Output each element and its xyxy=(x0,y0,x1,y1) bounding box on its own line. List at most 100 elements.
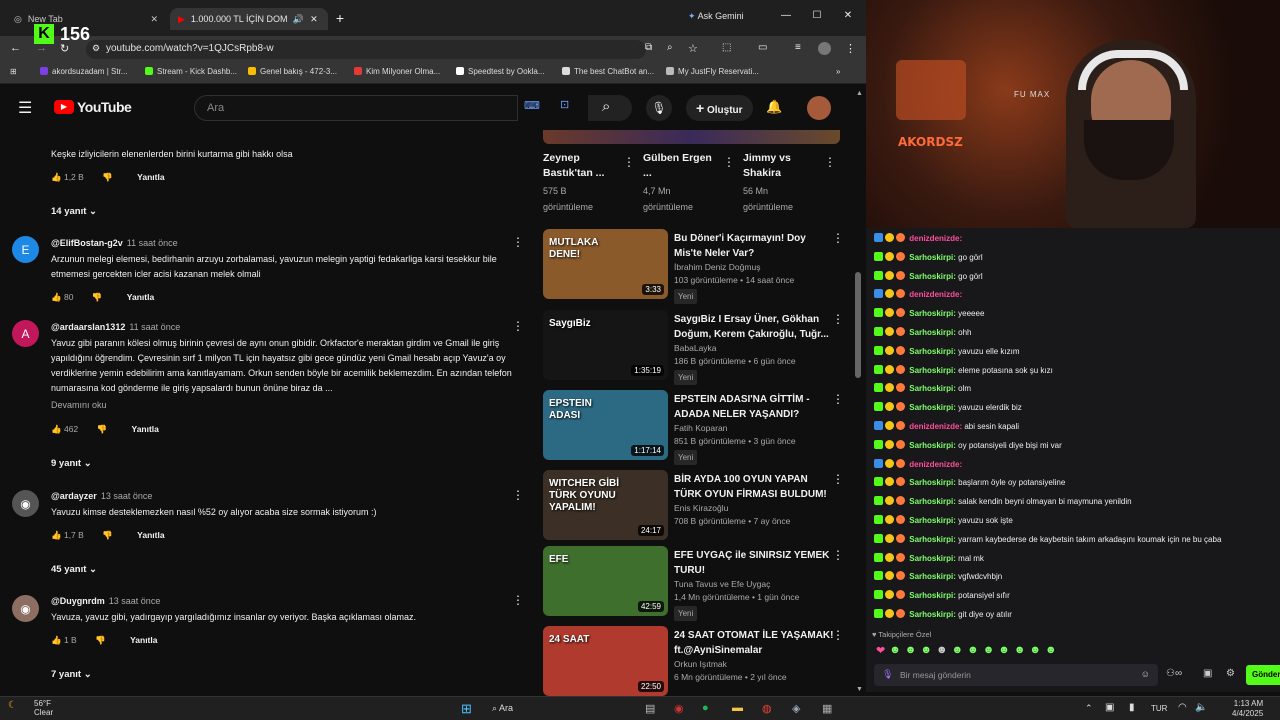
video-menu-icon[interactable]: ⋮ xyxy=(832,312,844,326)
chat-message[interactable]: denizdenizde: xyxy=(874,233,962,243)
comment-author[interactable]: @Duygnrdm 13 saat önce xyxy=(51,596,160,606)
tray-app-icon[interactable]: ▮ xyxy=(1129,702,1135,713)
reply-button[interactable]: Yanıtla xyxy=(137,172,164,182)
task-view-icon[interactable]: ▤ xyxy=(645,702,655,715)
replies-toggle[interactable]: 7 yanıt ⌄ xyxy=(51,669,92,680)
like-icon[interactable]: 👍 xyxy=(51,635,62,645)
chat-message[interactable]: Sarhoskirpi: yarram kaybederse de kaybet… xyxy=(874,533,1221,544)
chat-message[interactable]: Sarhoskirpi: başlarım öyle oy potansiyel… xyxy=(874,477,1065,487)
tray-overflow-icon[interactable]: ⌃ xyxy=(1085,703,1093,714)
like-icon[interactable]: 👍 xyxy=(51,424,62,434)
video-thumbnail[interactable]: EPSTEIN ADASI 1:17:14 xyxy=(543,390,668,460)
profile-avatar[interactable] xyxy=(818,42,831,55)
file-explorer-icon[interactable]: ▬ xyxy=(732,702,743,714)
channel-name[interactable]: Fatih Koparan xyxy=(674,422,834,435)
comment-menu-icon[interactable]: ⋮ xyxy=(512,488,524,502)
app-icon[interactable]: ▦ xyxy=(822,702,832,715)
emote-icon[interactable]: ☻ xyxy=(889,644,901,657)
chat-message[interactable]: Sarhoskirpi: mal mk xyxy=(874,552,984,563)
chat-settings-icon[interactable]: ⚙ xyxy=(1226,668,1235,679)
search-button[interactable]: ⌕ xyxy=(588,95,632,121)
chat-message[interactable]: Sarhoskirpi: eleme potasına sok şu kızı xyxy=(874,364,1053,375)
dislike-icon[interactable]: 👎 xyxy=(97,424,108,434)
video-menu-icon[interactable]: ⋮ xyxy=(832,548,844,562)
start-button-icon[interactable]: ⊞ xyxy=(461,701,472,717)
comment-menu-icon[interactable]: ⋮ xyxy=(512,593,524,607)
chat-message[interactable]: Sarhoskirpi: oy potansiyeli diye bişi mi… xyxy=(874,439,1062,450)
back-icon[interactable]: ← xyxy=(10,42,21,54)
chat-message[interactable]: Sarhoskirpi: yavuzu elle kızım xyxy=(874,345,1020,356)
youtube-logo[interactable]: ▶ YouTube xyxy=(54,99,132,115)
comment-menu-icon[interactable]: ⋮ xyxy=(512,235,524,249)
video-thumbnail[interactable]: WITCHER GİBİ TÜRK OYUNU YAPALIM! 24:17 xyxy=(543,470,668,540)
comment-author[interactable]: @ElifBostan-g2v 11 saat önce xyxy=(51,238,178,248)
video-title[interactable]: EPSTEIN ADASI'NA GİTTİM - ADADA NELER YA… xyxy=(674,392,834,422)
page-scrollbar-thumb[interactable] xyxy=(855,272,861,378)
dislike-icon[interactable]: 👎 xyxy=(102,530,113,540)
replies-toggle[interactable]: 14 yanıt ⌄ xyxy=(51,206,97,217)
chat-message[interactable]: Sarhoskirpi: go görl xyxy=(874,270,983,281)
more-bookmarks-icon[interactable]: » xyxy=(836,67,840,76)
bookmark-4[interactable]: Kim Milyoner Olma... xyxy=(354,67,440,76)
emoji-icon[interactable]: ☺ xyxy=(1141,669,1150,679)
audio-icon[interactable]: 🔊 xyxy=(293,14,304,25)
language-indicator[interactable]: TUR xyxy=(1151,704,1167,713)
video-thumbnail[interactable]: EFE 42:59 xyxy=(543,546,668,616)
emote-icon[interactable]: ❤ xyxy=(876,644,885,657)
chat-input[interactable]: 🎙 Bir mesaj gönderin ☺ xyxy=(874,664,1158,686)
weather-widget[interactable]: 56°F Clear xyxy=(34,699,53,717)
short-menu-icon[interactable]: ⋮ xyxy=(824,155,836,169)
install-icon[interactable]: ⧉ xyxy=(645,42,652,53)
like-icon[interactable]: 👍 xyxy=(51,530,62,540)
tray-app-icon[interactable]: ▣ xyxy=(1105,702,1114,713)
channel-name[interactable]: Orkun Işıtmak xyxy=(674,658,834,671)
chat-message[interactable]: Sarhoskirpi: salak kendin beyni olmayan … xyxy=(874,496,1132,506)
video-menu-icon[interactable]: ⋮ xyxy=(832,628,844,642)
microphone-icon[interactable]: 🎙 xyxy=(646,95,672,121)
chat-message[interactable]: denizdenizde: xyxy=(874,458,962,469)
close-window-button[interactable]: ✕ xyxy=(842,10,854,21)
taskbar-search[interactable]: ⌕ Ara xyxy=(492,703,513,714)
avatar[interactable]: E xyxy=(12,236,39,263)
account-avatar[interactable] xyxy=(807,96,831,120)
new-tab-button[interactable]: + xyxy=(332,10,348,26)
badges-icon[interactable]: ⚇∞ xyxy=(1166,668,1182,679)
notifications-bell-icon[interactable]: 🔔 xyxy=(766,99,782,115)
chrome-menu-icon[interactable]: ⋮ xyxy=(845,42,856,55)
address-bar[interactable]: ⚙ youtube.com/watch?v=1QJCsRpb8-w xyxy=(86,40,646,59)
apps-icon[interactable]: ⊞ xyxy=(10,67,17,76)
video-title[interactable]: Bu Döner'i Kaçırmayın! Doy Mis'te Neler … xyxy=(674,231,834,261)
comment-menu-icon[interactable]: ⋮ xyxy=(512,319,524,333)
like-icon[interactable]: 👍 xyxy=(51,292,62,302)
emote-icon[interactable]: ☻ xyxy=(983,644,995,657)
comment-author[interactable]: @ardayzer 13 saat önce xyxy=(51,491,152,501)
bookmark-1[interactable]: akordsuzadam | Str... xyxy=(40,67,127,76)
maximize-button[interactable]: ☐ xyxy=(811,10,823,21)
bookmark-7[interactable]: My JustFly Reservati... xyxy=(666,67,759,76)
chrome-icon[interactable]: ◍ xyxy=(762,702,772,715)
bookmark-star-icon[interactable]: ☆ xyxy=(688,42,698,55)
emote-icon[interactable]: ☻ xyxy=(1045,644,1057,657)
close-tab-icon[interactable]: ✕ xyxy=(310,14,318,25)
chat-message[interactable]: Sarhoskirpi: go görl xyxy=(874,251,983,262)
chat-message[interactable]: denizdenizde: xyxy=(874,289,962,299)
search-input[interactable]: Ara xyxy=(194,95,518,121)
bookmark-3[interactable]: Genel bakış - 472-3... xyxy=(248,67,337,76)
channel-name[interactable]: İbrahim Deniz Doğmuş xyxy=(674,261,834,274)
video-title[interactable]: BİR AYDA 100 OYUN YAPAN TÜRK OYUN FİRMAS… xyxy=(674,472,834,502)
dislike-icon[interactable]: 👎 xyxy=(102,172,113,182)
dislike-icon[interactable]: 👎 xyxy=(95,635,106,645)
emote-icon[interactable]: ☻ xyxy=(936,644,948,657)
chat-message[interactable]: Sarhoskirpi: olm xyxy=(874,383,971,393)
emote-icon[interactable]: ☻ xyxy=(920,644,932,657)
create-button[interactable]: + Oluştur xyxy=(686,95,753,121)
emote-icon[interactable]: ☻ xyxy=(952,644,964,657)
chat-message[interactable]: Sarhoskirpi: potansiyel sıfır xyxy=(874,590,1010,600)
chat-message[interactable]: Sarhoskirpi: yavuzu elerdik biz xyxy=(874,402,1022,412)
short-menu-icon[interactable]: ⋮ xyxy=(723,155,735,169)
image-search-icon[interactable]: ⊡ xyxy=(560,98,569,111)
scroll-up-arrow-icon[interactable]: ▲ xyxy=(856,90,863,97)
emote-icon[interactable]: ☻ xyxy=(1029,644,1041,657)
clock[interactable]: 1:13 AM 4/4/2025 xyxy=(1232,699,1263,719)
spotify-icon[interactable]: ● xyxy=(702,702,709,714)
